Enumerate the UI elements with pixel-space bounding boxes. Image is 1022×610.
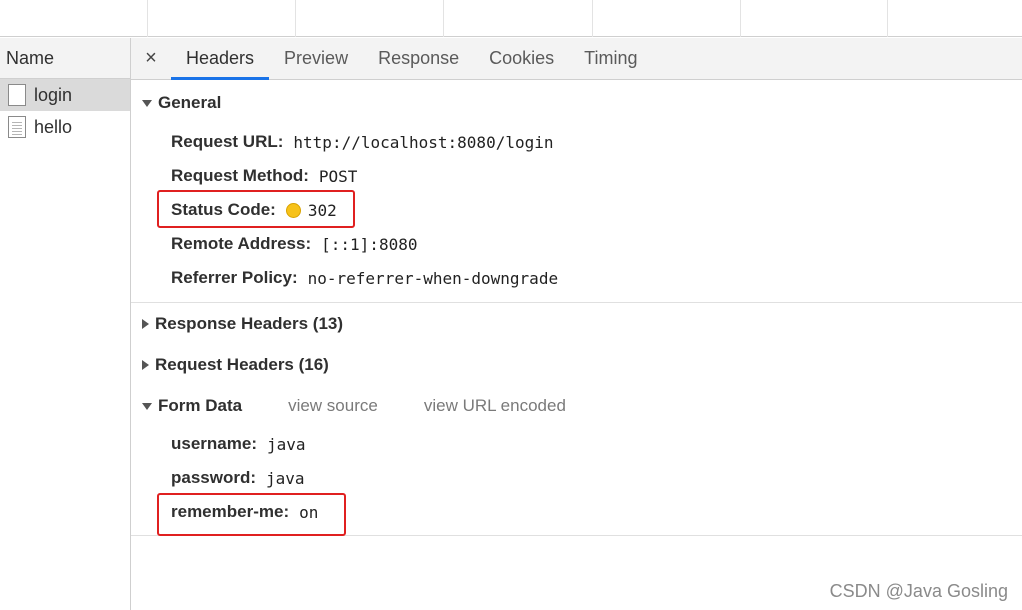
section-title: General [158, 93, 222, 112]
header-key: Request URL: [171, 132, 284, 151]
timeline-gridline [887, 0, 888, 37]
general-row-remote-address: Remote Address: [::1]:8080 [131, 227, 1022, 261]
form-row-username: username: java [131, 427, 1022, 461]
document-lines-icon [8, 116, 26, 138]
tab-preview[interactable]: Preview [269, 38, 363, 79]
request-item-hello[interactable]: hello [0, 111, 130, 143]
view-source-link[interactable]: view source [288, 396, 378, 416]
tab-timing[interactable]: Timing [569, 38, 652, 79]
request-name: hello [34, 116, 73, 137]
header-key: Remote Address: [171, 234, 312, 253]
watermark: CSDN @Java Gosling [829, 581, 1008, 601]
triangle-right-icon [142, 319, 149, 329]
timeline-gridline [592, 0, 593, 37]
request-list-panel: Name login hello [0, 38, 131, 610]
document-icon [8, 84, 26, 106]
timeline-gridline [295, 0, 296, 37]
form-value: java [266, 468, 305, 488]
general-row-request-method: Request Method: POST [131, 159, 1022, 193]
tab-cookies[interactable]: Cookies [474, 38, 569, 79]
view-url-encoded-link[interactable]: view URL encoded [424, 396, 566, 416]
header-value: [::1]:8080 [321, 234, 418, 254]
header-value: no-referrer-when-downgrade [307, 268, 559, 288]
timeline-gridline [740, 0, 741, 37]
timeline-gridline [147, 0, 148, 37]
form-key: password: [171, 468, 257, 487]
header-value: http://localhost:8080/login [293, 132, 554, 152]
form-row-password: password: java [131, 461, 1022, 495]
general-row-request-url: Request URL: http://localhost:8080/login [131, 125, 1022, 159]
triangle-right-icon [142, 360, 149, 370]
tab-headers[interactable]: Headers [171, 38, 270, 80]
form-key: username: [171, 434, 257, 453]
general-row-referrer-policy: Referrer Policy: no-referrer-when-downgr… [131, 261, 1022, 295]
request-headers-header[interactable]: Request Headers (16) [131, 345, 1022, 385]
name-column-header[interactable]: Name [0, 38, 130, 79]
response-headers-header[interactable]: Response Headers (13) [131, 303, 1022, 345]
waterfall-timeline [0, 0, 1022, 37]
close-icon[interactable]: × [131, 38, 171, 79]
status-code-highlight-box [157, 190, 355, 228]
triangle-down-icon [142, 402, 152, 410]
header-key: Referrer Policy: [171, 268, 298, 287]
remember-me-highlight-box [157, 493, 346, 536]
section-title: Response Headers (13) [155, 314, 344, 333]
tab-response[interactable]: Response [363, 38, 474, 79]
header-value: POST [318, 166, 358, 186]
triangle-down-icon [142, 99, 152, 107]
form-value: java [266, 434, 306, 454]
section-title: Form Data [158, 396, 243, 415]
section-title: Request Headers (16) [155, 355, 329, 374]
header-key: Request Method: [171, 166, 309, 185]
request-name: login [34, 84, 73, 105]
request-item-login[interactable]: login [0, 79, 130, 111]
form-data-header[interactable]: Form Data view source view URL encoded [131, 385, 1022, 427]
detail-tabs: × Headers Preview Response Cookies Timin… [131, 38, 1022, 80]
timeline-gridline [443, 0, 444, 37]
general-header[interactable]: General [131, 81, 1022, 125]
